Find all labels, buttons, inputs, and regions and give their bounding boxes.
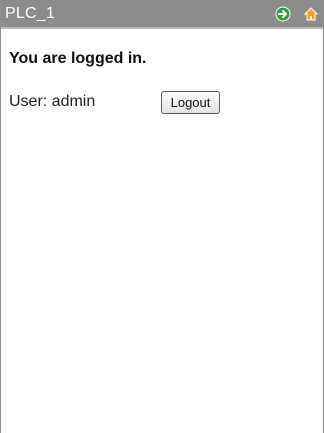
logout-button[interactable]: Logout (161, 91, 220, 114)
login-panel: PLC_1 You are logged in. User: admin Log… (0, 0, 324, 433)
page-title: PLC_1 (5, 5, 55, 22)
arrow-right-icon[interactable] (275, 6, 291, 22)
home-icon[interactable] (303, 6, 319, 22)
login-status-heading: You are logged in. (9, 50, 147, 67)
user-label: User: admin (9, 93, 96, 110)
title-bar: PLC_1 (1, 0, 323, 29)
